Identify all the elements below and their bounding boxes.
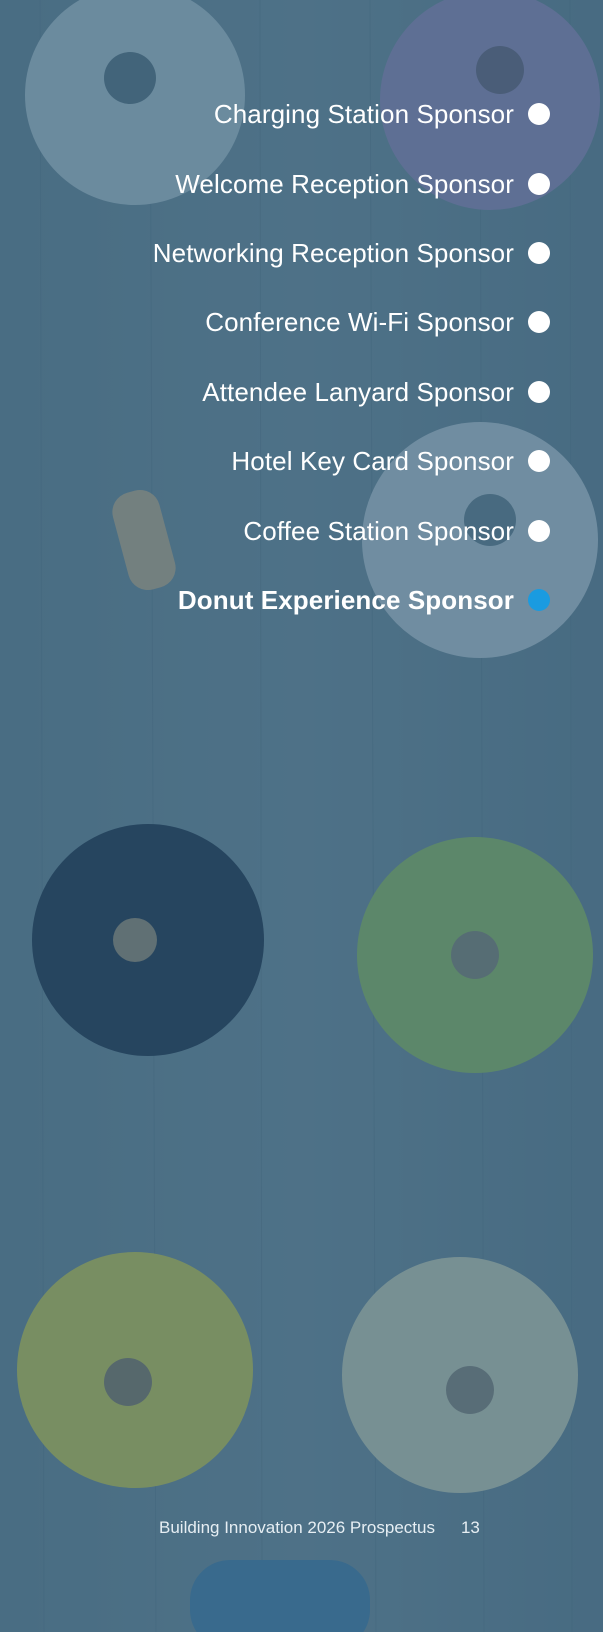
bullet-dot-icon xyxy=(528,381,550,403)
sponsor-item-label: Donut Experience Sponsor xyxy=(177,584,514,615)
sponsor-item-hotel-key-card[interactable]: Hotel Key Card Sponsor xyxy=(231,441,550,481)
sponsor-item-charging-station[interactable]: Charging Station Sponsor xyxy=(213,94,550,134)
sponsor-item-label: Welcome Reception Sponsor xyxy=(175,168,514,199)
sponsor-item-label: Networking Reception Sponsor xyxy=(152,237,514,268)
footer-title: Building Innovation 2026 Prospectus xyxy=(159,1518,435,1537)
sponsor-item-label: Conference Wi-Fi Sponsor xyxy=(205,306,514,337)
sponsor-item-welcome-reception[interactable]: Welcome Reception Sponsor xyxy=(175,164,550,204)
sponsor-item-attendee-lanyard[interactable]: Attendee Lanyard Sponsor xyxy=(202,372,550,412)
page-number: 13 xyxy=(460,1518,480,1537)
bullet-dot-icon xyxy=(528,311,550,333)
sponsor-item-donut-experience[interactable]: Donut Experience Sponsor xyxy=(177,580,550,620)
sponsor-item-coffee-station[interactable]: Coffee Station Sponsor xyxy=(243,511,550,551)
sponsor-item-networking-reception[interactable]: Networking Reception Sponsor xyxy=(152,233,550,273)
sponsor-item-conference-wifi[interactable]: Conference Wi-Fi Sponsor xyxy=(205,302,550,342)
bullet-dot-icon xyxy=(528,103,550,125)
bullet-dot-icon xyxy=(528,520,550,542)
sponsor-item-label: Hotel Key Card Sponsor xyxy=(231,445,514,476)
page-footer: Building Innovation 2026 Prospectus 13 xyxy=(159,1518,480,1538)
sponsor-item-label: Charging Station Sponsor xyxy=(213,98,514,129)
bullet-dot-icon xyxy=(528,173,550,195)
sponsor-item-label: Coffee Station Sponsor xyxy=(243,515,514,546)
active-dot-icon xyxy=(528,589,550,611)
sponsor-item-label: Attendee Lanyard Sponsor xyxy=(202,376,514,407)
bullet-dot-icon xyxy=(528,450,550,472)
bullet-dot-icon xyxy=(528,242,550,264)
